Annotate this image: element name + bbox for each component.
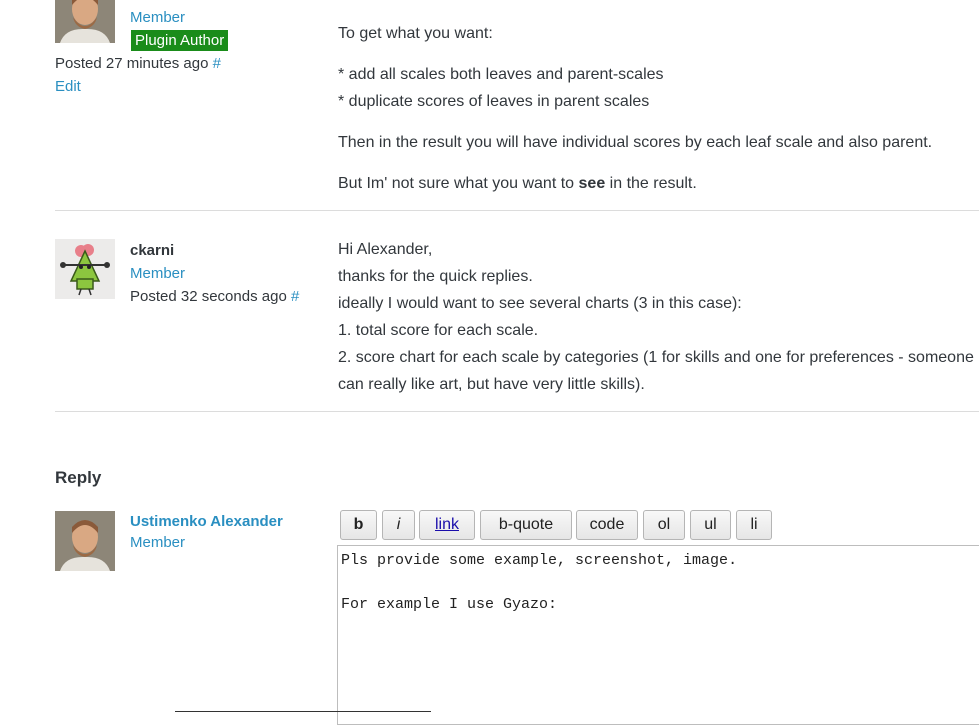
avatar (55, 0, 115, 43)
plugin-author-badge: Plugin Author (131, 30, 229, 51)
code-button[interactable]: code (576, 510, 638, 540)
post-line: ideally I would want to see several char… (338, 295, 742, 312)
post-permalink[interactable]: # (291, 288, 299, 305)
post-author-role: Member (130, 9, 186, 26)
editor-line: For example I use Gyazo: (341, 596, 558, 613)
italic-button[interactable]: i (382, 510, 415, 540)
post-line: 2. score chart for each scale by categor… (338, 349, 974, 366)
edit-link[interactable]: Edit (55, 78, 81, 95)
post-author-name[interactable]: ckarni (130, 242, 174, 259)
post-line: thanks for the quick replies. (338, 268, 533, 285)
post-timestamp: Posted 32 seconds ago (130, 288, 287, 305)
post-meta: Posted 32 seconds ago # (130, 288, 299, 305)
unordered-list-button[interactable]: ul (690, 510, 731, 540)
bold-button[interactable]: b (340, 510, 377, 540)
post-line: But Im' not sure what you want to see in… (338, 175, 697, 192)
scroll-underline (175, 711, 431, 712)
post-timestamp: Posted 27 minutes ago (55, 55, 209, 72)
editor-line: Pls provide some example, screenshot, im… (341, 552, 738, 569)
list-item-button[interactable]: li (736, 510, 772, 540)
post-line: To get what you want: (338, 25, 493, 42)
post-line: can really like art, but have very littl… (338, 376, 645, 393)
post-divider (55, 210, 979, 211)
emphasis-text: see (578, 175, 606, 192)
post-line: * add all scales both leaves and parent-… (338, 66, 664, 83)
reply-heading: Reply (55, 468, 102, 487)
link-button[interactable]: link (419, 510, 475, 540)
post-author-role: Member (130, 265, 186, 282)
ordered-list-button[interactable]: ol (643, 510, 685, 540)
post-line: Hi Alexander, (338, 241, 433, 258)
post-divider (55, 411, 979, 412)
post-permalink[interactable]: # (213, 55, 221, 72)
post-line: * duplicate scores of leaves in parent s… (338, 93, 650, 110)
post-line: 1. total score for each scale. (338, 322, 539, 339)
reply-author-name[interactable]: Ustimenko Alexander (130, 513, 283, 530)
post-meta: Posted 27 minutes ago # (55, 55, 221, 72)
reply-textarea[interactable]: Pls provide some example, screenshot, im… (337, 545, 979, 725)
post-body: Hi Alexander, thanks for the quick repli… (338, 236, 979, 398)
avatar (55, 239, 115, 299)
avatar (55, 511, 115, 571)
reply-author-role: Member (130, 534, 186, 551)
post-line: Then in the result you will have individ… (338, 134, 933, 151)
blockquote-button[interactable]: b-quote (480, 510, 572, 540)
